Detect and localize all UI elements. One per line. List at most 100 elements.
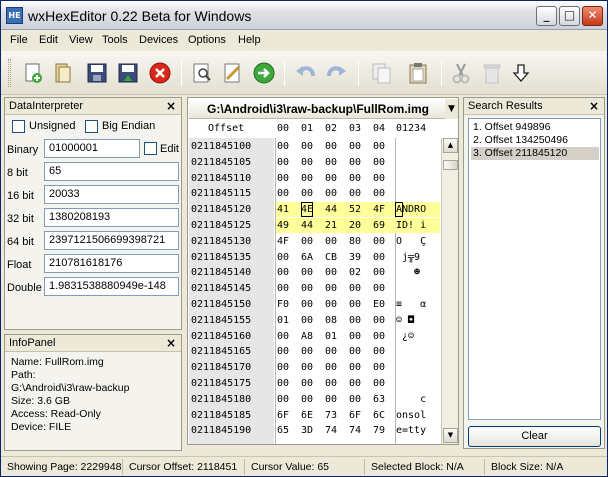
hex-byte[interactable]: 00	[373, 360, 385, 375]
delete-icon[interactable]	[480, 61, 504, 85]
hex-byte[interactable]: 00	[349, 344, 361, 359]
64bit-field[interactable]: 2397121506699398721	[44, 231, 179, 250]
hex-byte[interactable]: 00	[277, 186, 289, 201]
menu-file[interactable]: File	[10, 34, 28, 46]
scroll-down-icon[interactable]: ▼	[443, 428, 458, 443]
replace-icon[interactable]	[221, 61, 245, 85]
hex-byte[interactable]: 3D	[301, 423, 313, 438]
hex-byte[interactable]: 79	[373, 423, 385, 438]
hex-byte[interactable]: 39	[349, 250, 361, 265]
new-file-icon[interactable]	[21, 61, 45, 85]
cut-icon[interactable]	[449, 61, 473, 85]
hex-byte[interactable]: 01	[325, 329, 337, 344]
edit-checkbox[interactable]	[144, 142, 157, 155]
hex-byte[interactable]: 00	[373, 155, 385, 170]
hex-byte[interactable]: 49	[277, 218, 289, 233]
hex-byte[interactable]: 63	[373, 392, 385, 407]
hex-byte[interactable]: 00	[373, 313, 385, 328]
hex-byte[interactable]: 00	[373, 265, 385, 280]
hex-byte[interactable]: 65	[277, 423, 289, 438]
hex-byte[interactable]: 00	[349, 186, 361, 201]
hex-byte[interactable]: 00	[325, 171, 337, 186]
hex-byte[interactable]: 00	[373, 234, 385, 249]
save-as-icon[interactable]	[116, 61, 140, 85]
undo-icon[interactable]	[293, 61, 317, 85]
unsigned-checkbox[interactable]	[12, 120, 25, 133]
scroll-thumb[interactable]	[443, 160, 458, 170]
hex-byte[interactable]: 00	[373, 139, 385, 154]
hex-byte[interactable]: 6F	[349, 408, 361, 423]
hex-byte[interactable]: 00	[373, 171, 385, 186]
8bit-field[interactable]: 65	[44, 162, 179, 181]
text-cell[interactable]: c	[396, 392, 426, 407]
hex-byte[interactable]: 00	[301, 297, 313, 312]
text-cell[interactable]: j╦9	[396, 250, 420, 265]
hex-byte[interactable]: 00	[301, 139, 313, 154]
text-cell[interactable]: ID! i	[396, 218, 426, 233]
hex-byte[interactable]: 44	[325, 202, 337, 217]
hex-byte[interactable]: 00	[301, 234, 313, 249]
minimize-button[interactable]: _	[536, 6, 557, 26]
hex-byte[interactable]: 00	[277, 329, 289, 344]
float-field[interactable]: 210781618176	[44, 254, 179, 273]
menu-edit[interactable]: Edit	[39, 34, 58, 46]
close-icon[interactable]: ×	[589, 99, 599, 113]
hex-byte[interactable]: 00	[277, 250, 289, 265]
hex-byte[interactable]: 6C	[373, 408, 385, 423]
hex-byte[interactable]: 00	[373, 281, 385, 296]
hex-byte[interactable]: 00	[277, 281, 289, 296]
hex-byte[interactable]: 00	[325, 376, 337, 391]
hex-byte[interactable]: 00	[277, 376, 289, 391]
hex-byte[interactable]: 00	[373, 186, 385, 201]
text-cell[interactable]: ☻	[396, 265, 420, 280]
hex-byte[interactable]: 74	[349, 423, 361, 438]
menu-view[interactable]: View	[69, 34, 93, 46]
text-cell[interactable]: ¿☺	[396, 329, 414, 344]
hex-byte[interactable]: 02	[349, 265, 361, 280]
close-file-icon[interactable]	[148, 61, 172, 85]
hex-byte[interactable]: 00	[349, 376, 361, 391]
hex-byte[interactable]: 00	[373, 376, 385, 391]
hex-byte[interactable]: A8	[301, 329, 313, 344]
hex-byte[interactable]: 00	[325, 392, 337, 407]
maximize-button[interactable]: □	[559, 6, 580, 26]
hex-byte[interactable]: 00	[277, 155, 289, 170]
scroll-up-icon[interactable]: ▲	[443, 138, 458, 153]
16bit-field[interactable]: 20033	[44, 185, 179, 204]
hex-byte[interactable]: 41	[277, 202, 289, 217]
hex-byte[interactable]: 00	[349, 297, 361, 312]
redo-icon[interactable]	[325, 61, 349, 85]
save-icon[interactable]	[85, 61, 109, 85]
close-icon[interactable]: ×	[166, 99, 176, 113]
search-result-item[interactable]: 3. Offset 211845120	[471, 147, 599, 160]
binary-field[interactable]: 01000001	[44, 139, 140, 158]
hex-byte[interactable]: 00	[325, 360, 337, 375]
hex-byte[interactable]: 00	[301, 171, 313, 186]
hex-byte[interactable]: E0	[373, 297, 385, 312]
hex-byte[interactable]: 00	[277, 360, 289, 375]
copy-icon[interactable]	[370, 61, 394, 85]
insert-icon[interactable]	[509, 61, 533, 85]
hex-byte[interactable]: 00	[325, 344, 337, 359]
hex-byte[interactable]: 44	[301, 218, 313, 233]
close-icon[interactable]: ×	[166, 336, 176, 350]
hex-byte[interactable]: 00	[301, 313, 313, 328]
hex-byte[interactable]: 00	[277, 392, 289, 407]
hex-byte[interactable]: 00	[325, 155, 337, 170]
text-cell[interactable]: O Ç	[396, 234, 426, 249]
hex-byte[interactable]: 00	[277, 139, 289, 154]
hex-byte[interactable]: 00	[301, 360, 313, 375]
menu-tools[interactable]: Tools	[102, 34, 128, 46]
hex-byte[interactable]: 00	[373, 344, 385, 359]
big-endian-checkbox[interactable]	[85, 120, 98, 133]
vertical-scrollbar[interactable]: ▲ ▼	[441, 138, 458, 444]
hex-byte[interactable]: 00	[301, 281, 313, 296]
title-bar[interactable]: HE wxHexEditor 0.22 Beta for Windows _ □…	[1, 1, 607, 30]
hex-byte[interactable]: 6A	[301, 250, 313, 265]
text-cell[interactable]: onsol	[396, 408, 426, 423]
hex-byte[interactable]: CB	[325, 250, 337, 265]
hex-byte[interactable]: 00	[349, 313, 361, 328]
clear-button[interactable]: Clear	[468, 426, 601, 447]
hex-byte[interactable]: 6E	[301, 408, 313, 423]
hex-byte[interactable]: 00	[325, 186, 337, 201]
